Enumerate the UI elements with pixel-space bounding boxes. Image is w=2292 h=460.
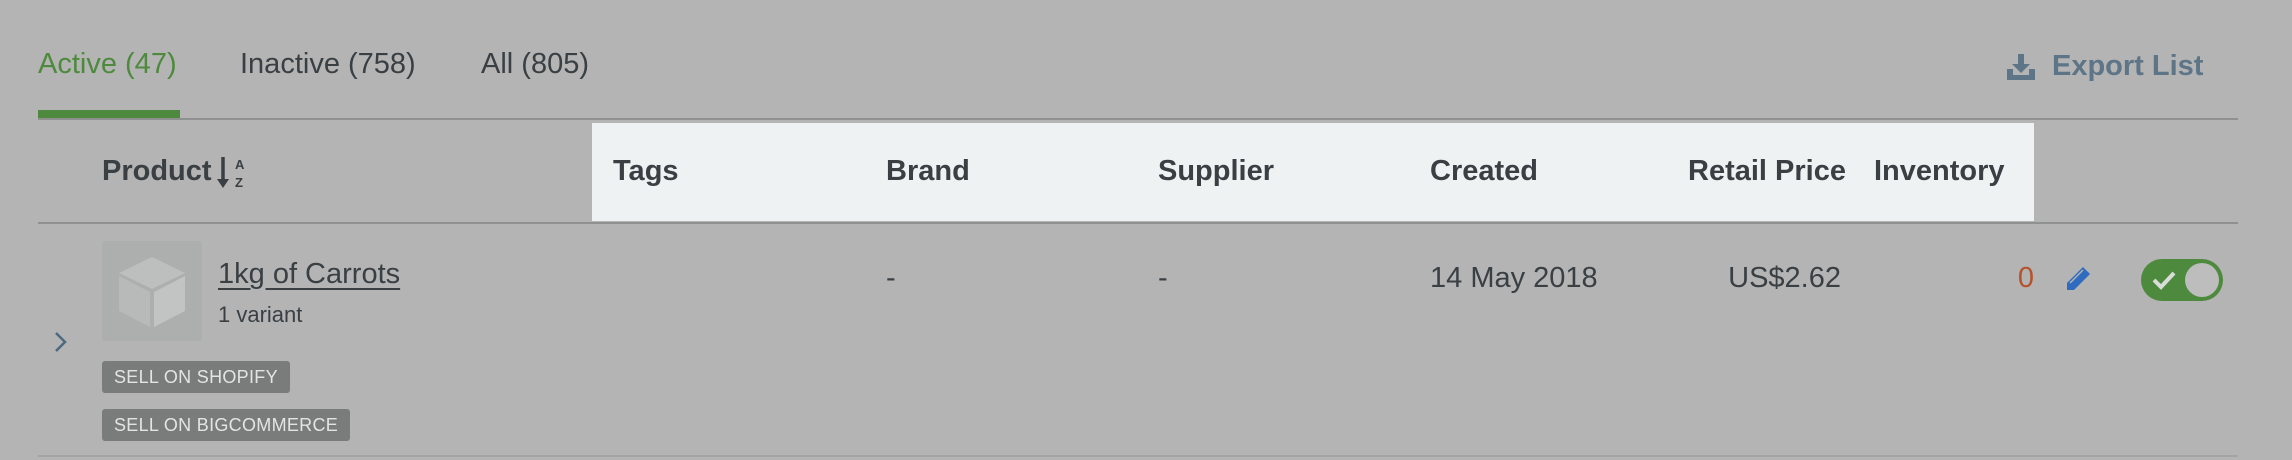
sell-on-shopify-badge: SELL ON SHOPIFY [102,361,290,393]
column-header-created[interactable]: Created [1430,155,1538,188]
edit-pencil-icon[interactable] [2063,264,2093,294]
created-cell: 14 May 2018 [1430,262,1598,294]
product-thumbnail [102,241,202,341]
tab-all[interactable]: All (805) [481,48,589,81]
column-header-product[interactable]: Product [102,155,212,188]
export-list-button[interactable]: Export List [2006,50,2203,83]
column-header-brand[interactable]: Brand [886,155,970,188]
active-toggle[interactable] [2141,259,2223,301]
column-header-retail-price[interactable]: Retail Price [1688,155,1846,188]
brand-cell: - [886,262,896,294]
box-icon [119,257,185,327]
column-header-inventory[interactable]: Inventory [1874,155,2005,188]
active-tab-indicator [38,110,180,118]
product-name-link[interactable]: 1kg of Carrots [218,258,400,291]
check-icon [2152,271,2176,290]
inventory-cell: 0 [2017,262,2034,294]
export-list-label: Export List [2052,50,2204,82]
tab-active[interactable]: Active (47) [38,48,177,81]
chevron-right-icon[interactable] [52,328,70,356]
sort-icon-bottom: Z [235,175,243,190]
row-divider [38,455,2238,457]
variant-count: 1 variant [218,302,303,327]
column-header-tags: Tags [613,155,679,187]
tabs-divider [38,118,2238,120]
sort-alpha-icon[interactable]: A Z [216,154,246,190]
column-header-supplier[interactable]: Supplier [1158,155,1274,188]
header-divider [38,222,2238,224]
sort-icon-top: A [235,157,245,172]
supplier-cell: - [1158,262,1168,294]
download-icon [2007,53,2035,80]
sell-on-bigcommerce-badge: SELL ON BIGCOMMERCE [102,409,351,441]
toggle-knob [2185,263,2219,297]
tab-inactive[interactable]: Inactive (758) [240,48,416,81]
retail-price-cell: US$2.62 [1728,262,1841,294]
